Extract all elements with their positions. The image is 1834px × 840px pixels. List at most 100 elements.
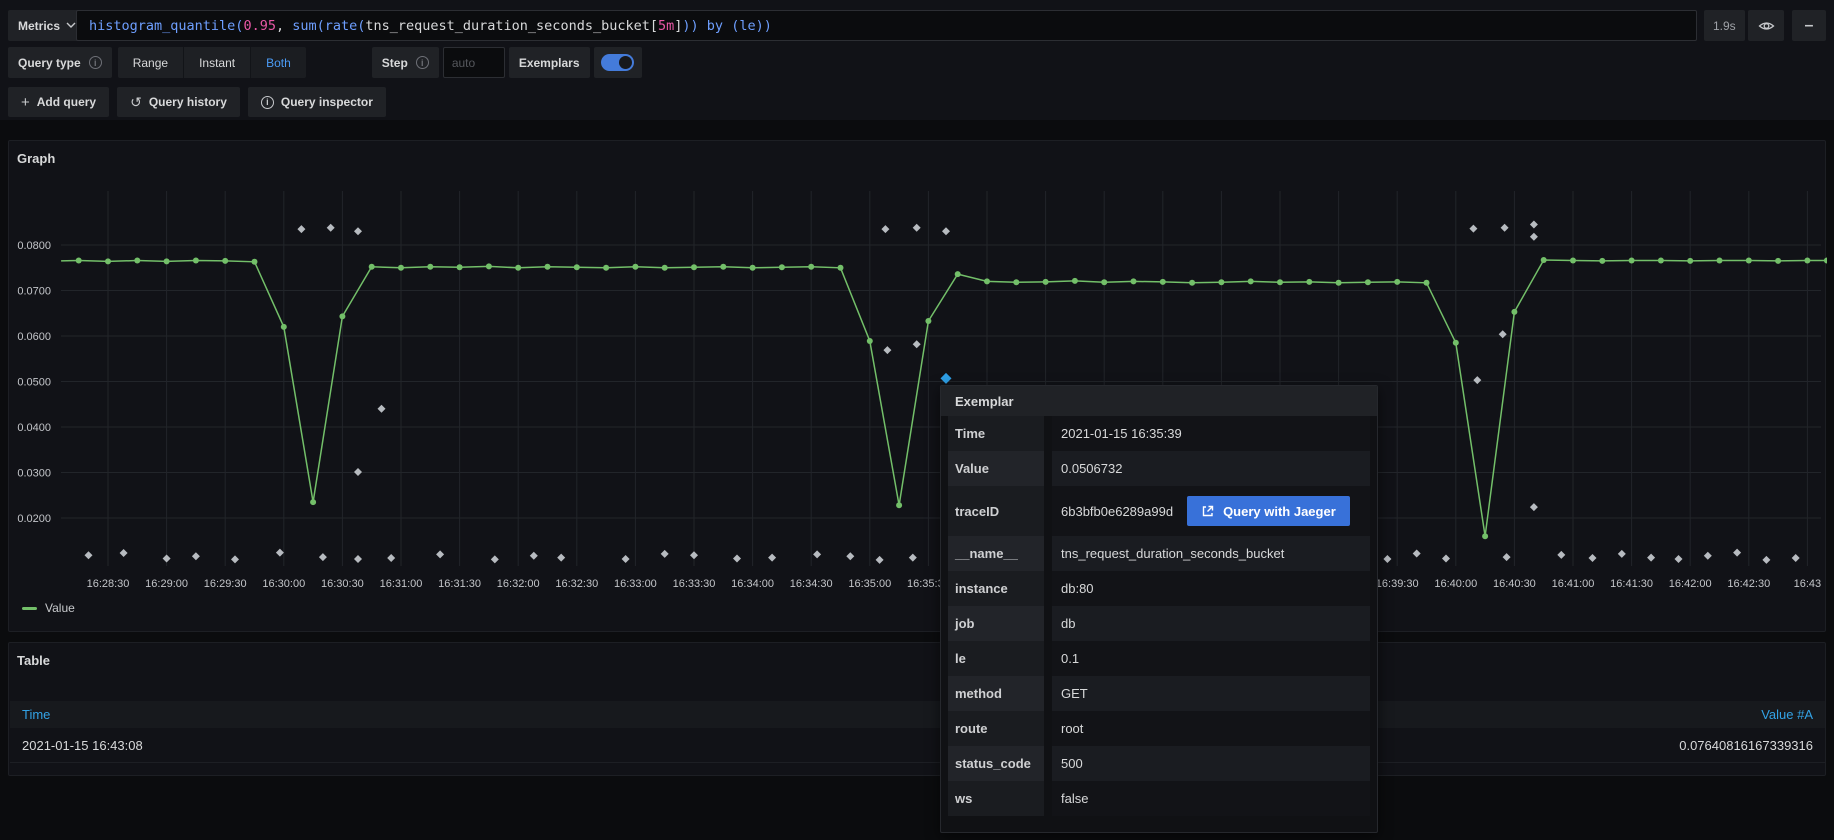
datasource-picker[interactable]: Metrics: [8, 10, 86, 41]
exemplar-marker[interactable]: [1503, 553, 1511, 561]
preview-query-button[interactable]: [1748, 10, 1784, 41]
exemplar-marker[interactable]: [297, 225, 305, 233]
tooltip-gutter: [1044, 606, 1052, 641]
exemplar-marker[interactable]: [387, 554, 395, 562]
tooltip-row-label: job: [948, 606, 1044, 641]
exemplar-marker[interactable]: [942, 227, 950, 235]
exemplar-marker[interactable]: [1557, 551, 1565, 559]
exemplar-marker[interactable]: [1704, 552, 1712, 560]
exemplar-marker[interactable]: [354, 555, 362, 563]
exemplar-marker[interactable]: [436, 550, 444, 558]
info-icon: i: [261, 96, 274, 109]
exemplar-marker[interactable]: [813, 550, 821, 558]
query-token: by: [699, 18, 732, 34]
exemplar-marker[interactable]: [1501, 224, 1509, 232]
exemplar-marker[interactable]: [1473, 376, 1481, 384]
exemplar-marker[interactable]: [85, 551, 93, 559]
data-point: [1717, 258, 1723, 264]
exemplar-marker[interactable]: [1675, 555, 1683, 563]
data-point: [1541, 257, 1547, 263]
exemplar-marker[interactable]: [557, 554, 565, 562]
graph-legend[interactable]: Value: [22, 601, 75, 615]
exemplar-marker[interactable]: [163, 555, 171, 563]
table-column-time[interactable]: Time: [22, 707, 50, 722]
x-axis-tick-label: 16:42:30: [1727, 578, 1770, 590]
query-history-button[interactable]: ↺ Query history: [117, 87, 240, 117]
exemplar-marker[interactable]: [530, 552, 538, 560]
exemplars-toggle[interactable]: [601, 54, 634, 71]
exemplar-marker[interactable]: [1530, 233, 1538, 241]
query-type-instant[interactable]: Instant: [184, 47, 251, 78]
query-type-range[interactable]: Range: [118, 47, 184, 78]
tooltip-row: jobdb: [941, 606, 1377, 641]
exemplar-marker[interactable]: [661, 550, 669, 558]
graph-svg[interactable]: 0.08000.07000.06000.05000.04000.03000.02…: [9, 141, 1827, 596]
query-token: rate(: [325, 18, 366, 34]
exemplar-marker[interactable]: [1647, 554, 1655, 562]
x-axis-tick-label: 16:29:00: [145, 578, 188, 590]
selected-exemplar-marker[interactable]: [941, 373, 952, 384]
exemplar-marker[interactable]: [1469, 225, 1477, 233]
query-elapsed-time: 1.9s: [1704, 10, 1745, 41]
exemplar-marker[interactable]: [1618, 550, 1626, 558]
query-with-jaeger-button[interactable]: Query with Jaeger: [1187, 496, 1350, 526]
exemplar-marker[interactable]: [883, 346, 891, 354]
exemplar-marker[interactable]: [909, 554, 917, 562]
table-panel-title: Table: [17, 653, 50, 668]
exemplar-marker[interactable]: [913, 340, 921, 348]
exemplar-marker[interactable]: [327, 224, 335, 232]
exemplar-marker[interactable]: [231, 555, 239, 563]
query-inspector-button[interactable]: i Query inspector: [248, 87, 386, 117]
exemplar-marker[interactable]: [1442, 555, 1450, 563]
exemplar-marker[interactable]: [378, 405, 386, 413]
query-input[interactable]: histogram_quantile(0.95, sum(rate(tns_re…: [76, 10, 1697, 41]
exemplar-marker[interactable]: [1589, 554, 1597, 562]
exemplar-marker[interactable]: [319, 553, 327, 561]
exemplar-marker[interactable]: [192, 552, 200, 560]
data-point: [1160, 279, 1166, 285]
exemplar-marker[interactable]: [1413, 550, 1421, 558]
data-point: [1336, 280, 1342, 286]
data-point: [134, 258, 140, 264]
exemplar-marker[interactable]: [733, 555, 741, 563]
tooltip-row-label: traceID: [948, 486, 1044, 536]
table-row[interactable]: 2021-01-15 16:43:08 0.07640816167339316: [10, 728, 1825, 763]
data-point: [1599, 258, 1605, 264]
data-point: [955, 271, 961, 277]
exemplar-marker[interactable]: [1499, 330, 1507, 338]
data-point: [310, 499, 316, 505]
exemplar-marker[interactable]: [120, 549, 128, 557]
query-type-both[interactable]: Both: [251, 47, 306, 78]
query-token: le: [739, 18, 755, 34]
exemplar-marker[interactable]: [1792, 554, 1800, 562]
data-point: [691, 264, 697, 270]
exemplar-marker[interactable]: [1733, 549, 1741, 557]
exemplar-marker[interactable]: [1762, 556, 1770, 564]
tooltip-gutter: [1044, 486, 1052, 536]
eye-icon: [1758, 19, 1775, 33]
exemplar-marker[interactable]: [1383, 555, 1391, 563]
exemplar-marker[interactable]: [1530, 221, 1538, 229]
exemplar-marker[interactable]: [354, 227, 362, 235]
x-axis-tick-label: 16:43: [1794, 578, 1822, 590]
add-query-button[interactable]: + Add query: [8, 87, 109, 117]
exemplar-marker[interactable]: [622, 555, 630, 563]
exemplar-marker[interactable]: [768, 554, 776, 562]
table-column-value[interactable]: Value #A: [1761, 707, 1813, 722]
exemplar-marker[interactable]: [846, 552, 854, 560]
exemplar-marker[interactable]: [876, 556, 884, 564]
exemplar-marker[interactable]: [1530, 503, 1538, 511]
exemplar-marker[interactable]: [881, 225, 889, 233]
exemplar-marker[interactable]: [491, 555, 499, 563]
step-input[interactable]: [443, 47, 505, 78]
data-point: [398, 265, 404, 271]
data-point: [603, 265, 609, 271]
legend-series-swatch: [22, 607, 37, 610]
exemplar-marker[interactable]: [276, 549, 284, 557]
exemplar-marker[interactable]: [913, 224, 921, 232]
x-axis-tick-label: 16:33:30: [673, 578, 716, 590]
exemplar-marker[interactable]: [690, 551, 698, 559]
exemplar-marker[interactable]: [354, 468, 362, 476]
datasource-label: Metrics: [18, 19, 60, 33]
collapse-query-row-button[interactable]: –: [1792, 10, 1826, 41]
